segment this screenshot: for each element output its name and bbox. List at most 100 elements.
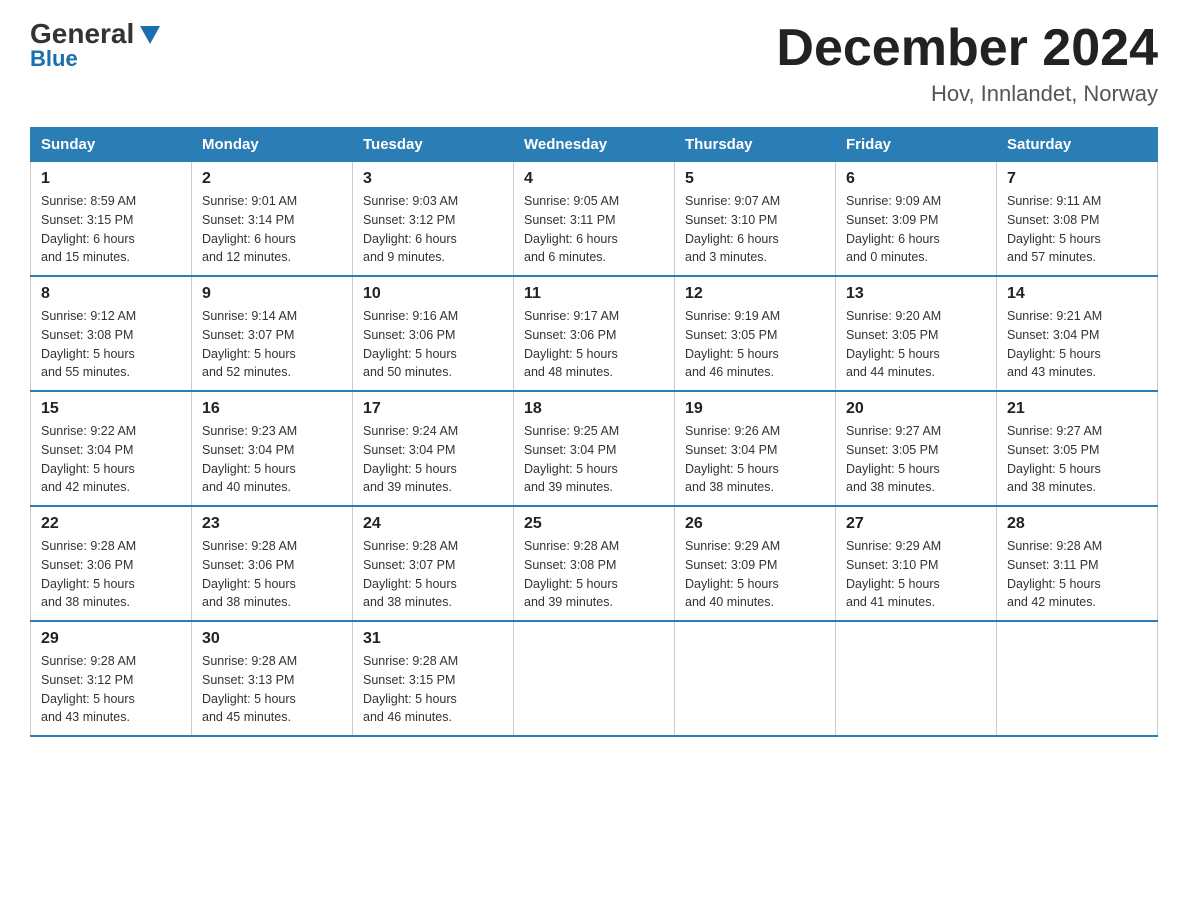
day-info: Sunrise: 9:27 AM Sunset: 3:05 PM Dayligh… xyxy=(1007,422,1147,497)
day-number: 2 xyxy=(202,170,342,188)
logo-general: General xyxy=(30,20,134,48)
week-row-3: 15 Sunrise: 9:22 AM Sunset: 3:04 PM Dayli… xyxy=(31,391,1158,506)
calendar-cell: 16 Sunrise: 9:23 AM Sunset: 3:04 PM Dayli… xyxy=(192,391,353,506)
day-info: Sunrise: 9:23 AM Sunset: 3:04 PM Dayligh… xyxy=(202,422,342,497)
day-number: 21 xyxy=(1007,400,1147,418)
day-number: 5 xyxy=(685,170,825,188)
week-row-5: 29Sunrise: 9:28 AM Sunset: 3:12 PM Dayli… xyxy=(31,621,1158,736)
day-number: 9 xyxy=(202,285,342,303)
day-info: Sunrise: 9:14 AM Sunset: 3:07 PM Dayligh… xyxy=(202,307,342,382)
day-number: 13 xyxy=(846,285,986,303)
day-number: 12 xyxy=(685,285,825,303)
day-info: Sunrise: 9:28 AM Sunset: 3:08 PM Dayligh… xyxy=(524,537,664,612)
day-number: 6 xyxy=(846,170,986,188)
calendar-cell: 20 Sunrise: 9:27 AM Sunset: 3:05 PM Dayli… xyxy=(836,391,997,506)
calendar-body: 1 Sunrise: 8:59 AM Sunset: 3:15 PM Daylig… xyxy=(31,162,1158,737)
day-number: 23 xyxy=(202,515,342,533)
day-number: 20 xyxy=(846,400,986,418)
page-header: General Blue December 2024 Hov, Innlande… xyxy=(30,20,1158,107)
day-number: 19 xyxy=(685,400,825,418)
day-info: Sunrise: 9:22 AM Sunset: 3:04 PM Dayligh… xyxy=(41,422,181,497)
calendar-cell: 23 Sunrise: 9:28 AM Sunset: 3:06 PM Dayli… xyxy=(192,506,353,621)
day-info: Sunrise: 9:27 AM Sunset: 3:05 PM Dayligh… xyxy=(846,422,986,497)
header-tuesday: Tuesday xyxy=(353,128,514,162)
day-number: 28 xyxy=(1007,515,1147,533)
header-friday: Friday xyxy=(836,128,997,162)
day-number: 17 xyxy=(363,400,503,418)
calendar-cell: 26Sunrise: 9:29 AM Sunset: 3:09 PM Dayli… xyxy=(675,506,836,621)
week-row-4: 22Sunrise: 9:28 AM Sunset: 3:06 PM Dayli… xyxy=(31,506,1158,621)
day-number: 16 xyxy=(202,400,342,418)
calendar-cell: 17Sunrise: 9:24 AM Sunset: 3:04 PM Dayli… xyxy=(353,391,514,506)
day-number: 10 xyxy=(363,285,503,303)
calendar-cell: 11Sunrise: 9:17 AM Sunset: 3:06 PM Dayli… xyxy=(514,276,675,391)
day-info: Sunrise: 9:11 AM Sunset: 3:08 PM Dayligh… xyxy=(1007,192,1147,267)
calendar-header: SundayMondayTuesdayWednesdayThursdayFrid… xyxy=(31,128,1158,162)
day-info: Sunrise: 8:59 AM Sunset: 3:15 PM Dayligh… xyxy=(41,192,181,267)
day-number: 8 xyxy=(41,285,181,303)
calendar-cell: 13 Sunrise: 9:20 AM Sunset: 3:05 PM Dayli… xyxy=(836,276,997,391)
day-info: Sunrise: 9:17 AM Sunset: 3:06 PM Dayligh… xyxy=(524,307,664,382)
day-info: Sunrise: 9:28 AM Sunset: 3:13 PM Dayligh… xyxy=(202,652,342,727)
calendar-cell xyxy=(514,621,675,736)
day-info: Sunrise: 9:05 AM Sunset: 3:11 PM Dayligh… xyxy=(524,192,664,267)
day-number: 7 xyxy=(1007,170,1147,188)
day-number: 4 xyxy=(524,170,664,188)
calendar-cell: 19Sunrise: 9:26 AM Sunset: 3:04 PM Dayli… xyxy=(675,391,836,506)
day-number: 31 xyxy=(363,630,503,648)
day-info: Sunrise: 9:19 AM Sunset: 3:05 PM Dayligh… xyxy=(685,307,825,382)
day-info: Sunrise: 9:03 AM Sunset: 3:12 PM Dayligh… xyxy=(363,192,503,267)
day-number: 29 xyxy=(41,630,181,648)
calendar-cell xyxy=(997,621,1158,736)
calendar-cell: 14Sunrise: 9:21 AM Sunset: 3:04 PM Dayli… xyxy=(997,276,1158,391)
day-number: 3 xyxy=(363,170,503,188)
logo: General Blue xyxy=(30,20,164,72)
calendar-cell xyxy=(836,621,997,736)
day-info: Sunrise: 9:07 AM Sunset: 3:10 PM Dayligh… xyxy=(685,192,825,267)
header-wednesday: Wednesday xyxy=(514,128,675,162)
calendar-cell: 31 Sunrise: 9:28 AM Sunset: 3:15 PM Dayli… xyxy=(353,621,514,736)
header-thursday: Thursday xyxy=(675,128,836,162)
day-info: Sunrise: 9:25 AM Sunset: 3:04 PM Dayligh… xyxy=(524,422,664,497)
day-number: 1 xyxy=(41,170,181,188)
day-info: Sunrise: 9:01 AM Sunset: 3:14 PM Dayligh… xyxy=(202,192,342,267)
day-number: 30 xyxy=(202,630,342,648)
day-info: Sunrise: 9:09 AM Sunset: 3:09 PM Dayligh… xyxy=(846,192,986,267)
calendar-cell: 22Sunrise: 9:28 AM Sunset: 3:06 PM Dayli… xyxy=(31,506,192,621)
week-row-1: 1 Sunrise: 8:59 AM Sunset: 3:15 PM Daylig… xyxy=(31,162,1158,277)
day-info: Sunrise: 9:20 AM Sunset: 3:05 PM Dayligh… xyxy=(846,307,986,382)
calendar-cell: 30 Sunrise: 9:28 AM Sunset: 3:13 PM Dayli… xyxy=(192,621,353,736)
calendar-cell: 21 Sunrise: 9:27 AM Sunset: 3:05 PM Dayli… xyxy=(997,391,1158,506)
calendar-cell: 15 Sunrise: 9:22 AM Sunset: 3:04 PM Dayli… xyxy=(31,391,192,506)
calendar-cell: 24 Sunrise: 9:28 AM Sunset: 3:07 PM Dayli… xyxy=(353,506,514,621)
day-number: 15 xyxy=(41,400,181,418)
day-info: Sunrise: 9:28 AM Sunset: 3:06 PM Dayligh… xyxy=(202,537,342,612)
title-block: December 2024 Hov, Innlandet, Norway xyxy=(776,20,1158,107)
calendar-cell: 28 Sunrise: 9:28 AM Sunset: 3:11 PM Dayli… xyxy=(997,506,1158,621)
day-number: 25 xyxy=(524,515,664,533)
calendar-cell: 7 Sunrise: 9:11 AM Sunset: 3:08 PM Daylig… xyxy=(997,162,1158,277)
weekday-header-row: SundayMondayTuesdayWednesdayThursdayFrid… xyxy=(31,128,1158,162)
calendar-cell: 8 Sunrise: 9:12 AM Sunset: 3:08 PM Daylig… xyxy=(31,276,192,391)
calendar-cell: 10Sunrise: 9:16 AM Sunset: 3:06 PM Dayli… xyxy=(353,276,514,391)
day-info: Sunrise: 9:28 AM Sunset: 3:07 PM Dayligh… xyxy=(363,537,503,612)
calendar-cell: 6 Sunrise: 9:09 AM Sunset: 3:09 PM Daylig… xyxy=(836,162,997,277)
calendar-cell: 29Sunrise: 9:28 AM Sunset: 3:12 PM Dayli… xyxy=(31,621,192,736)
logo-triangle-icon xyxy=(136,20,164,48)
header-sunday: Sunday xyxy=(31,128,192,162)
location: Hov, Innlandet, Norway xyxy=(776,81,1158,107)
calendar-cell: 3 Sunrise: 9:03 AM Sunset: 3:12 PM Daylig… xyxy=(353,162,514,277)
calendar-cell: 4 Sunrise: 9:05 AM Sunset: 3:11 PM Daylig… xyxy=(514,162,675,277)
calendar-cell: 12 Sunrise: 9:19 AM Sunset: 3:05 PM Dayli… xyxy=(675,276,836,391)
month-title: December 2024 xyxy=(776,20,1158,77)
day-number: 26 xyxy=(685,515,825,533)
calendar-cell: 2 Sunrise: 9:01 AM Sunset: 3:14 PM Daylig… xyxy=(192,162,353,277)
day-info: Sunrise: 9:28 AM Sunset: 3:11 PM Dayligh… xyxy=(1007,537,1147,612)
day-number: 24 xyxy=(363,515,503,533)
day-number: 18 xyxy=(524,400,664,418)
calendar-cell: 9 Sunrise: 9:14 AM Sunset: 3:07 PM Daylig… xyxy=(192,276,353,391)
calendar-table: SundayMondayTuesdayWednesdayThursdayFrid… xyxy=(30,127,1158,737)
day-info: Sunrise: 9:28 AM Sunset: 3:15 PM Dayligh… xyxy=(363,652,503,727)
calendar-cell: 27Sunrise: 9:29 AM Sunset: 3:10 PM Dayli… xyxy=(836,506,997,621)
day-info: Sunrise: 9:12 AM Sunset: 3:08 PM Dayligh… xyxy=(41,307,181,382)
